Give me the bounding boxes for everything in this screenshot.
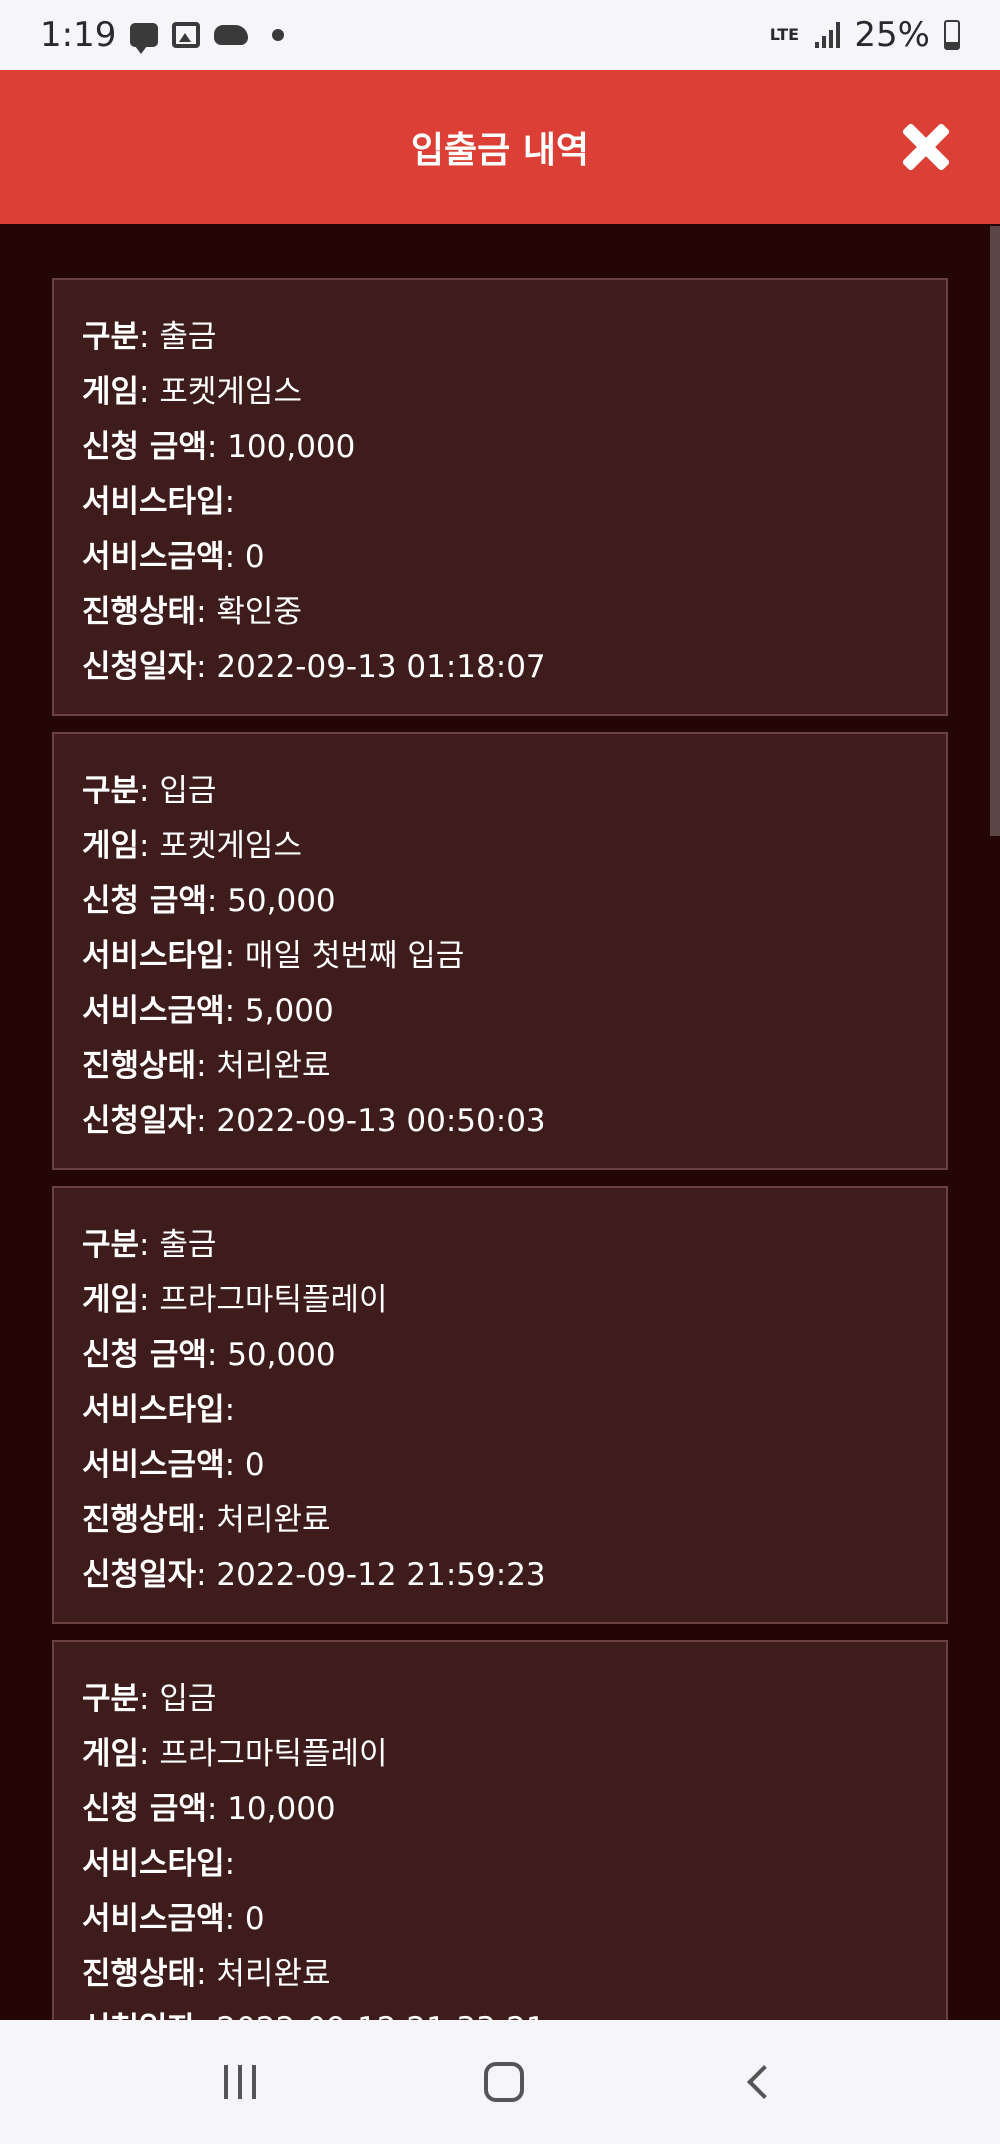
battery-percent: 25% — [854, 15, 930, 55]
status-row: 진행상태: 처리완료 — [82, 1048, 331, 1084]
status-value: 처리완료 — [216, 1502, 331, 1538]
service-amount-row: 서비스금액: 0 — [82, 539, 265, 575]
type-value: 입금 — [159, 773, 217, 809]
amount-row: 신청 금액: 10,000 — [82, 1791, 336, 1827]
status-time: 1:19 — [40, 15, 117, 55]
amount-value: 100,000 — [227, 429, 356, 465]
game-row: 게임: 프라그마틱플레이 — [82, 1282, 388, 1318]
date-row: 신청일자: 2022-09-12 21:59:23 — [82, 1557, 546, 1593]
status-value: 확인중 — [216, 594, 302, 630]
amount-row: 신청 금액: 100,000 — [82, 429, 356, 465]
transaction-list[interactable]: 구분: 출금 게임: 포켓게임스 신청 금액: 100,000 서비스타입: 서… — [0, 224, 1000, 2020]
back-button[interactable] — [747, 2065, 781, 2099]
status-value: 처리완료 — [216, 1956, 331, 1992]
date-row: 신청일자: 2022-09-13 00:50:03 — [82, 1103, 546, 1139]
date-value: 2022-09-13 01:18:07 — [216, 649, 546, 685]
type-row: 구분: 출금 — [82, 319, 217, 355]
more-notifications-dot-icon — [272, 29, 285, 41]
status-right: LTE 25% — [767, 15, 960, 55]
amount-value: 10,000 — [227, 1791, 336, 1827]
type-value: 출금 — [159, 1227, 217, 1263]
transaction-card: 구분: 입금 게임: 프라그마틱플레이 신청 금액: 10,000 서비스타입:… — [52, 1640, 948, 2020]
game-value: 프라그마틱플레이 — [159, 1736, 388, 1772]
date-row: 신청일자: 2022-09-13 01:18:07 — [82, 649, 546, 685]
app-notification-icon — [214, 25, 249, 45]
amount-value: 50,000 — [227, 883, 336, 919]
type-row: 구분: 입금 — [82, 773, 217, 809]
home-button[interactable] — [484, 2062, 524, 2102]
amount-value: 50,000 — [227, 1337, 336, 1373]
service-amount-value: 0 — [244, 539, 265, 575]
battery-icon — [944, 20, 960, 50]
game-value: 포켓게임스 — [159, 828, 302, 864]
game-row: 게임: 포켓게임스 — [82, 828, 302, 864]
game-value: 포켓게임스 — [159, 374, 302, 410]
status-left: 1:19 — [40, 15, 285, 55]
amount-row: 신청 금액: 50,000 — [82, 1337, 336, 1373]
service-type-row: 서비스타입: 매일 첫번째 입금 — [82, 938, 465, 974]
game-value: 프라그마틱플레이 — [159, 1282, 388, 1318]
transaction-card: 구분: 입금 게임: 포켓게임스 신청 금액: 50,000 서비스타입: 매일… — [52, 732, 948, 1170]
service-amount-value: 0 — [244, 1901, 265, 1937]
status-row: 진행상태: 처리완료 — [82, 1956, 331, 1992]
date-value: 2022-09-12 21:33:21 — [216, 2011, 545, 2020]
game-row: 게임: 프라그마틱플레이 — [82, 1736, 388, 1772]
service-type-row: 서비스타입: — [82, 484, 236, 520]
type-value: 출금 — [159, 319, 217, 355]
service-amount-value: 0 — [244, 1447, 265, 1483]
lte-icon: LTE — [769, 25, 800, 44]
recent-apps-button[interactable] — [224, 2065, 256, 2099]
service-type-row: 서비스타입: — [82, 1846, 236, 1882]
status-row: 진행상태: 처리완료 — [82, 1502, 331, 1538]
recent-apps-icon — [224, 2065, 228, 2099]
status-value: 처리완료 — [216, 1048, 331, 1084]
service-amount-row: 서비스금액: 5,000 — [82, 993, 334, 1029]
status-bar: 1:19 LTE 25% — [0, 0, 1000, 70]
date-value: 2022-09-13 00:50:03 — [216, 1103, 546, 1139]
service-amount-value: 5,000 — [244, 993, 334, 1029]
scrollbar[interactable] — [990, 226, 1000, 836]
game-row: 게임: 포켓게임스 — [82, 374, 302, 410]
service-amount-row: 서비스금액: 0 — [82, 1901, 265, 1937]
signal-icon — [815, 22, 841, 48]
gallery-notification-icon — [172, 22, 201, 48]
transaction-card: 구분: 출금 게임: 프라그마틱플레이 신청 금액: 50,000 서비스타입:… — [52, 1186, 948, 1624]
date-value: 2022-09-12 21:59:23 — [216, 1557, 546, 1593]
header: 입출금 내역 — [0, 70, 1000, 224]
status-row: 진행상태: 확인중 — [82, 594, 302, 630]
service-type-value: 매일 첫번째 입금 — [244, 938, 465, 974]
service-amount-row: 서비스금액: 0 — [82, 1447, 265, 1483]
page-title: 입출금 내역 — [410, 130, 590, 171]
type-row: 구분: 출금 — [82, 1227, 217, 1263]
amount-row: 신청 금액: 50,000 — [82, 883, 336, 919]
close-button[interactable] — [902, 123, 950, 171]
message-notification-icon — [130, 23, 159, 54]
type-row: 구분: 입금 — [82, 1681, 217, 1717]
system-nav-bar — [0, 2020, 1000, 2144]
date-row: 신청일자: 2022-09-12 21:33:21 — [82, 2002, 918, 2020]
transaction-card: 구분: 출금 게임: 포켓게임스 신청 금액: 100,000 서비스타입: 서… — [52, 278, 948, 716]
service-type-row: 서비스타입: — [82, 1392, 236, 1428]
type-value: 입금 — [159, 1681, 217, 1717]
